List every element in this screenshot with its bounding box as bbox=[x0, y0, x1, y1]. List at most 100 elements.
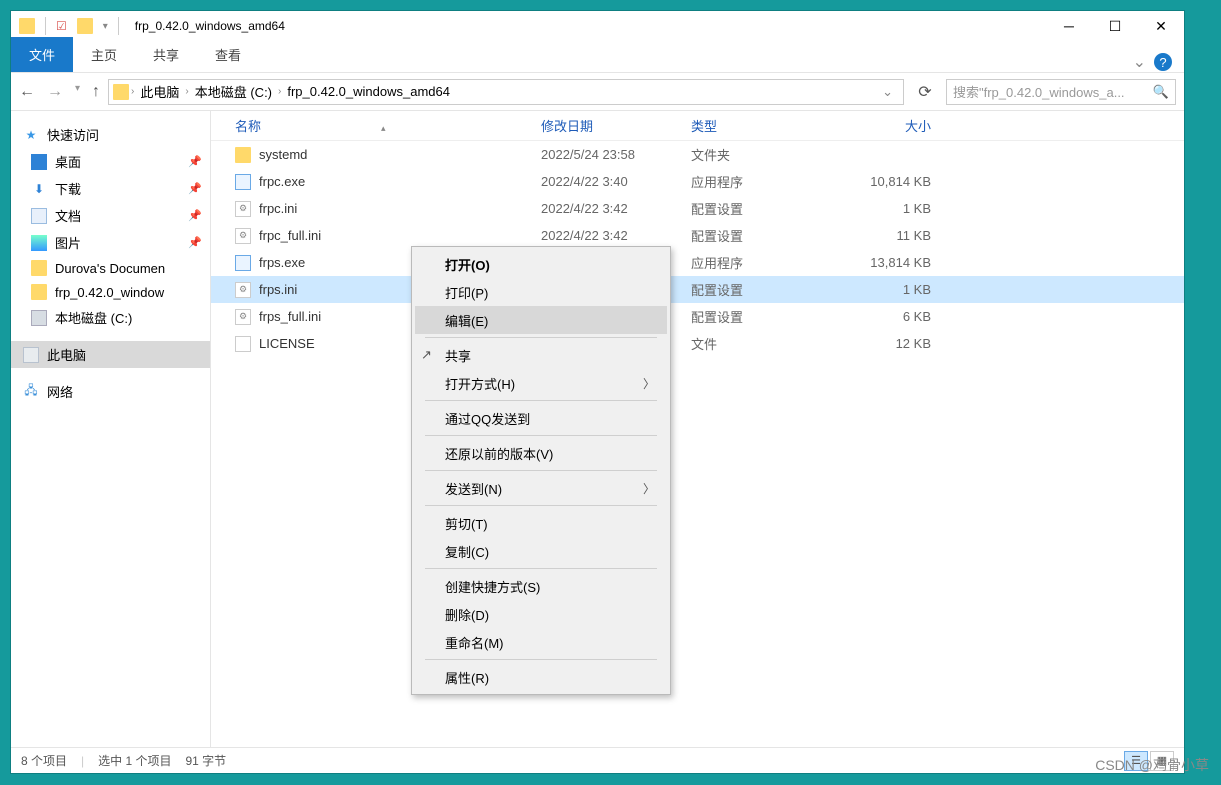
file-name: frps.ini bbox=[259, 282, 297, 297]
sidebar-pictures[interactable]: 图片📌 bbox=[11, 229, 210, 256]
file-size: 1 KB bbox=[831, 282, 931, 297]
col-header-size[interactable]: 大小 bbox=[831, 116, 931, 135]
menu-print[interactable]: 打印(P) bbox=[415, 278, 667, 306]
file-icon bbox=[235, 309, 251, 325]
sidebar-documents[interactable]: 文档📌 bbox=[11, 202, 210, 229]
share-icon: ↗ bbox=[421, 347, 432, 363]
file-row[interactable]: LICENSE文件12 KB bbox=[211, 330, 1184, 357]
menu-properties[interactable]: 属性(R) bbox=[415, 663, 667, 691]
qat-properties-icon[interactable]: ☑ bbox=[56, 19, 67, 33]
qat-dropdown-icon[interactable]: ▾ bbox=[103, 21, 108, 32]
file-row[interactable]: frps.exe2022/4/22 3:40应用程序13,814 KB bbox=[211, 249, 1184, 276]
col-header-type[interactable]: 类型 bbox=[691, 116, 831, 135]
file-row[interactable]: frps.ini 配置设置1 KB bbox=[211, 276, 1184, 303]
maximize-button[interactable]: ☐ bbox=[1092, 11, 1138, 41]
menu-delete[interactable]: 删除(D) bbox=[415, 600, 667, 628]
submenu-arrow-icon: 〉 bbox=[643, 375, 655, 392]
address-dropdown-icon[interactable]: ⌄ bbox=[876, 84, 899, 100]
file-icon bbox=[235, 282, 251, 298]
menu-share[interactable]: ↗共享 bbox=[415, 341, 667, 369]
status-selected: 选中 1 个项目 bbox=[98, 752, 171, 769]
watermark: CSDN @鸡骨小草 bbox=[1095, 755, 1209, 775]
help-icon[interactable]: ? bbox=[1154, 53, 1172, 71]
file-list-view: 名称▴ 修改日期 类型 大小 systemd 2022/5/24 23:58文件夹… bbox=[211, 111, 1184, 747]
sidebar-downloads[interactable]: ⬇下载📌 bbox=[11, 175, 210, 202]
back-button[interactable]: ← bbox=[19, 83, 35, 101]
pin-icon: 📌 bbox=[188, 209, 202, 222]
close-button[interactable]: ✕ bbox=[1138, 11, 1184, 41]
file-type: 文件夹 bbox=[691, 145, 831, 164]
col-header-date[interactable]: 修改日期 bbox=[541, 116, 691, 135]
qat-open-icon[interactable] bbox=[77, 18, 93, 34]
tab-home[interactable]: 主页 bbox=[73, 37, 135, 72]
file-date: 2022/4/22 3:40 bbox=[541, 174, 691, 189]
address-bar[interactable]: › 此电脑 › 本地磁盘 (C:) › frp_0.42.0_windows_a… bbox=[108, 79, 904, 105]
file-icon bbox=[235, 201, 251, 217]
sidebar-frp[interactable]: frp_0.42.0_window bbox=[11, 280, 210, 304]
crumb-thispc[interactable]: 此电脑 bbox=[136, 82, 183, 101]
file-size: 1 KB bbox=[831, 201, 931, 216]
file-date: 2022/4/22 3:42 bbox=[541, 228, 691, 243]
menu-qq[interactable]: 通过QQ发送到 bbox=[415, 404, 667, 432]
file-name: systemd bbox=[259, 147, 307, 162]
file-size: 10,814 KB bbox=[831, 174, 931, 189]
menu-rename[interactable]: 重命名(M) bbox=[415, 628, 667, 656]
sidebar-thispc[interactable]: 此电脑 bbox=[11, 341, 210, 368]
recent-dropdown-icon[interactable]: ▾ bbox=[75, 83, 80, 101]
tab-view[interactable]: 查看 bbox=[197, 37, 259, 72]
tab-share[interactable]: 共享 bbox=[135, 37, 197, 72]
sidebar-desktop[interactable]: 桌面📌 bbox=[11, 148, 210, 175]
pin-icon: 📌 bbox=[188, 155, 202, 168]
menu-edit[interactable]: 编辑(E) bbox=[415, 306, 667, 334]
forward-button[interactable]: → bbox=[47, 83, 63, 101]
address-folder-icon bbox=[113, 84, 129, 100]
pin-icon: 📌 bbox=[188, 236, 202, 249]
file-date: 2022/5/24 23:58 bbox=[541, 147, 691, 162]
navigation-pane: ★快速访问 桌面📌 ⬇下载📌 文档📌 图片📌 Durova's Documen … bbox=[11, 111, 211, 747]
status-bytes: 91 字节 bbox=[185, 752, 226, 769]
file-name: frpc.exe bbox=[259, 174, 305, 189]
file-row[interactable]: frpc.ini2022/4/22 3:42配置设置1 KB bbox=[211, 195, 1184, 222]
sidebar-network[interactable]: 🖧网络 bbox=[11, 378, 210, 405]
ribbon-expand-icon[interactable]: ⌄ bbox=[1133, 52, 1146, 72]
menu-shortcut[interactable]: 创建快捷方式(S) bbox=[415, 572, 667, 600]
file-icon bbox=[235, 228, 251, 244]
file-row[interactable]: systemd 2022/5/24 23:58文件夹 bbox=[211, 141, 1184, 168]
menu-openwith[interactable]: 打开方式(H)〉 bbox=[415, 369, 667, 397]
file-icon bbox=[235, 174, 251, 190]
col-header-name[interactable]: 名称▴ bbox=[211, 116, 541, 135]
crumb-folder[interactable]: frp_0.42.0_windows_amd64 bbox=[283, 84, 454, 99]
sidebar-quick-access[interactable]: ★快速访问 bbox=[11, 121, 210, 148]
nav-bar: ← → ▾ ↑ › 此电脑 › 本地磁盘 (C:) › frp_0.42.0_w… bbox=[11, 73, 1184, 111]
file-icon bbox=[235, 255, 251, 271]
file-row[interactable]: frps_full.ini配置设置6 KB bbox=[211, 303, 1184, 330]
menu-restore[interactable]: 还原以前的版本(V) bbox=[415, 439, 667, 467]
menu-separator bbox=[425, 337, 657, 338]
sidebar-cdrive[interactable]: 本地磁盘 (C:) bbox=[11, 304, 210, 331]
menu-copy[interactable]: 复制(C) bbox=[415, 537, 667, 565]
explorer-window: ☑ ▾ frp_0.42.0_windows_amd64 ─ ☐ ✕ 文件 主页… bbox=[10, 10, 1185, 774]
search-icon[interactable]: 🔍 bbox=[1153, 84, 1169, 100]
menu-separator bbox=[425, 505, 657, 506]
file-type: 配置设置 bbox=[691, 307, 831, 326]
refresh-button[interactable]: ⟳ bbox=[912, 79, 938, 105]
file-row[interactable]: frpc.exe2022/4/22 3:40应用程序10,814 KB bbox=[211, 168, 1184, 195]
minimize-button[interactable]: ─ bbox=[1046, 11, 1092, 41]
tab-file[interactable]: 文件 bbox=[11, 37, 73, 72]
menu-separator bbox=[425, 435, 657, 436]
up-button[interactable]: ↑ bbox=[92, 83, 100, 101]
file-type: 配置设置 bbox=[691, 280, 831, 299]
sidebar-durova[interactable]: Durova's Documen bbox=[11, 256, 210, 280]
menu-cut[interactable]: 剪切(T) bbox=[415, 509, 667, 537]
menu-separator bbox=[425, 659, 657, 660]
file-name: LICENSE bbox=[259, 336, 315, 351]
file-type: 应用程序 bbox=[691, 253, 831, 272]
status-bar: 8 个项目 | 选中 1 个项目 91 字节 ☰ ▦ bbox=[11, 747, 1184, 773]
menu-sendto[interactable]: 发送到(N)〉 bbox=[415, 474, 667, 502]
menu-open[interactable]: 打开(O) bbox=[415, 250, 667, 278]
file-row[interactable]: frpc_full.ini2022/4/22 3:42配置设置11 KB bbox=[211, 222, 1184, 249]
crumb-drive[interactable]: 本地磁盘 (C:) bbox=[191, 82, 276, 101]
file-type: 配置设置 bbox=[691, 199, 831, 218]
search-box[interactable]: 搜索"frp_0.42.0_windows_a... 🔍 bbox=[946, 79, 1176, 105]
search-placeholder: 搜索"frp_0.42.0_windows_a... bbox=[953, 82, 1125, 101]
